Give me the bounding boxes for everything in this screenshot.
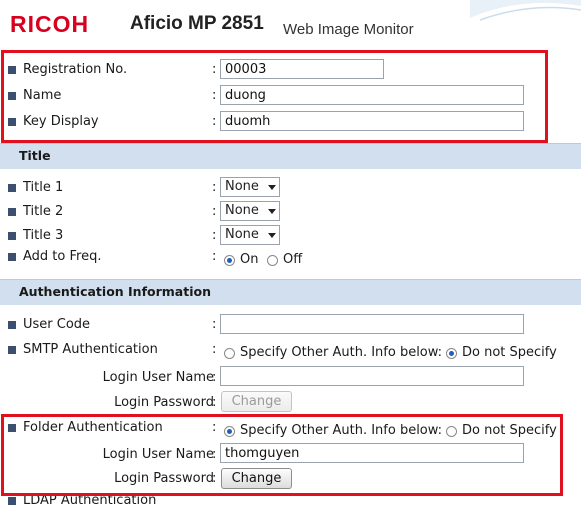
bullet-icon	[8, 232, 16, 240]
add-to-freq-on-radio[interactable]	[224, 255, 235, 266]
chevron-down-icon	[268, 233, 276, 238]
page-header: RICOH Aficio MP 2851 Web Image Monitor	[0, 0, 581, 48]
colon: :	[212, 317, 217, 332]
smtp-do-not-specify-label[interactable]: Do not Specify	[462, 345, 557, 360]
row-user-code: User Code :	[0, 314, 581, 338]
row-title-3: Title 3 : None	[0, 225, 581, 247]
header-swoosh-decoration	[470, 0, 581, 30]
smtp-login-user-name-input[interactable]	[220, 366, 524, 386]
smtp-specify-radio[interactable]	[224, 348, 235, 359]
title-3-select[interactable]: None	[220, 225, 280, 245]
title-3-value: None	[225, 227, 259, 242]
bullet-icon	[8, 346, 16, 354]
title-2-select[interactable]: None	[220, 201, 280, 221]
row-smtp-login-password: Login Password : Change	[0, 391, 581, 413]
add-to-freq-off-label[interactable]: Off	[283, 252, 302, 267]
colon: :	[212, 395, 217, 410]
app-name: Web Image Monitor	[283, 21, 414, 38]
chevron-down-icon	[268, 209, 276, 214]
highlight-box-registration	[1, 50, 548, 143]
colon: :	[212, 342, 217, 357]
user-code-input[interactable]	[220, 314, 524, 334]
colon: :	[212, 180, 217, 195]
smtp-login-user-name-label: Login User Name	[102, 370, 214, 385]
highlight-box-folder-auth	[1, 414, 563, 496]
title-1-value: None	[225, 179, 259, 194]
title-1-select[interactable]: None	[220, 177, 280, 197]
colon: :	[212, 370, 217, 385]
row-smtp-login-user: Login User Name :	[0, 366, 581, 388]
add-to-freq-label: Add to Freq.	[23, 249, 102, 264]
title-section-header: Title	[0, 143, 581, 169]
smtp-do-not-specify-radio[interactable]	[446, 348, 457, 359]
colon: :	[212, 228, 217, 243]
title-2-value: None	[225, 203, 259, 218]
colon: :	[212, 204, 217, 219]
user-code-label: User Code	[23, 317, 91, 332]
model-name: Aficio MP 2851	[130, 13, 264, 34]
add-to-freq-off-radio[interactable]	[267, 255, 278, 266]
colon: :	[212, 249, 217, 264]
smtp-authentication-label: SMTP Authentication	[23, 342, 158, 357]
row-add-to-freq: Add to Freq. : On Off	[0, 248, 581, 270]
chevron-down-icon	[268, 185, 276, 190]
smtp-specify-label[interactable]: Specify Other Auth. Info below:	[240, 345, 442, 360]
row-title-2: Title 2 : None	[0, 201, 581, 223]
title-1-label: Title 1	[23, 180, 64, 195]
auth-section-heading: Authentication Information	[19, 284, 211, 299]
add-to-freq-on-label[interactable]: On	[240, 252, 258, 267]
row-title-1: Title 1 : None	[0, 177, 581, 199]
smtp-change-button[interactable]: Change	[221, 391, 292, 412]
bullet-icon	[8, 208, 16, 216]
row-smtp-authentication: SMTP Authentication : Specify Other Auth…	[0, 342, 581, 364]
title-section-heading: Title	[19, 148, 51, 163]
title-3-label: Title 3	[23, 228, 64, 243]
auth-section-header: Authentication Information	[0, 279, 581, 305]
bullet-icon	[8, 497, 16, 505]
title-2-label: Title 2	[23, 204, 64, 219]
bullet-icon	[8, 253, 16, 261]
bullet-icon	[8, 184, 16, 192]
ricoh-logo: RICOH	[10, 11, 90, 37]
smtp-login-password-label: Login Password	[114, 395, 214, 410]
bullet-icon	[8, 321, 16, 329]
